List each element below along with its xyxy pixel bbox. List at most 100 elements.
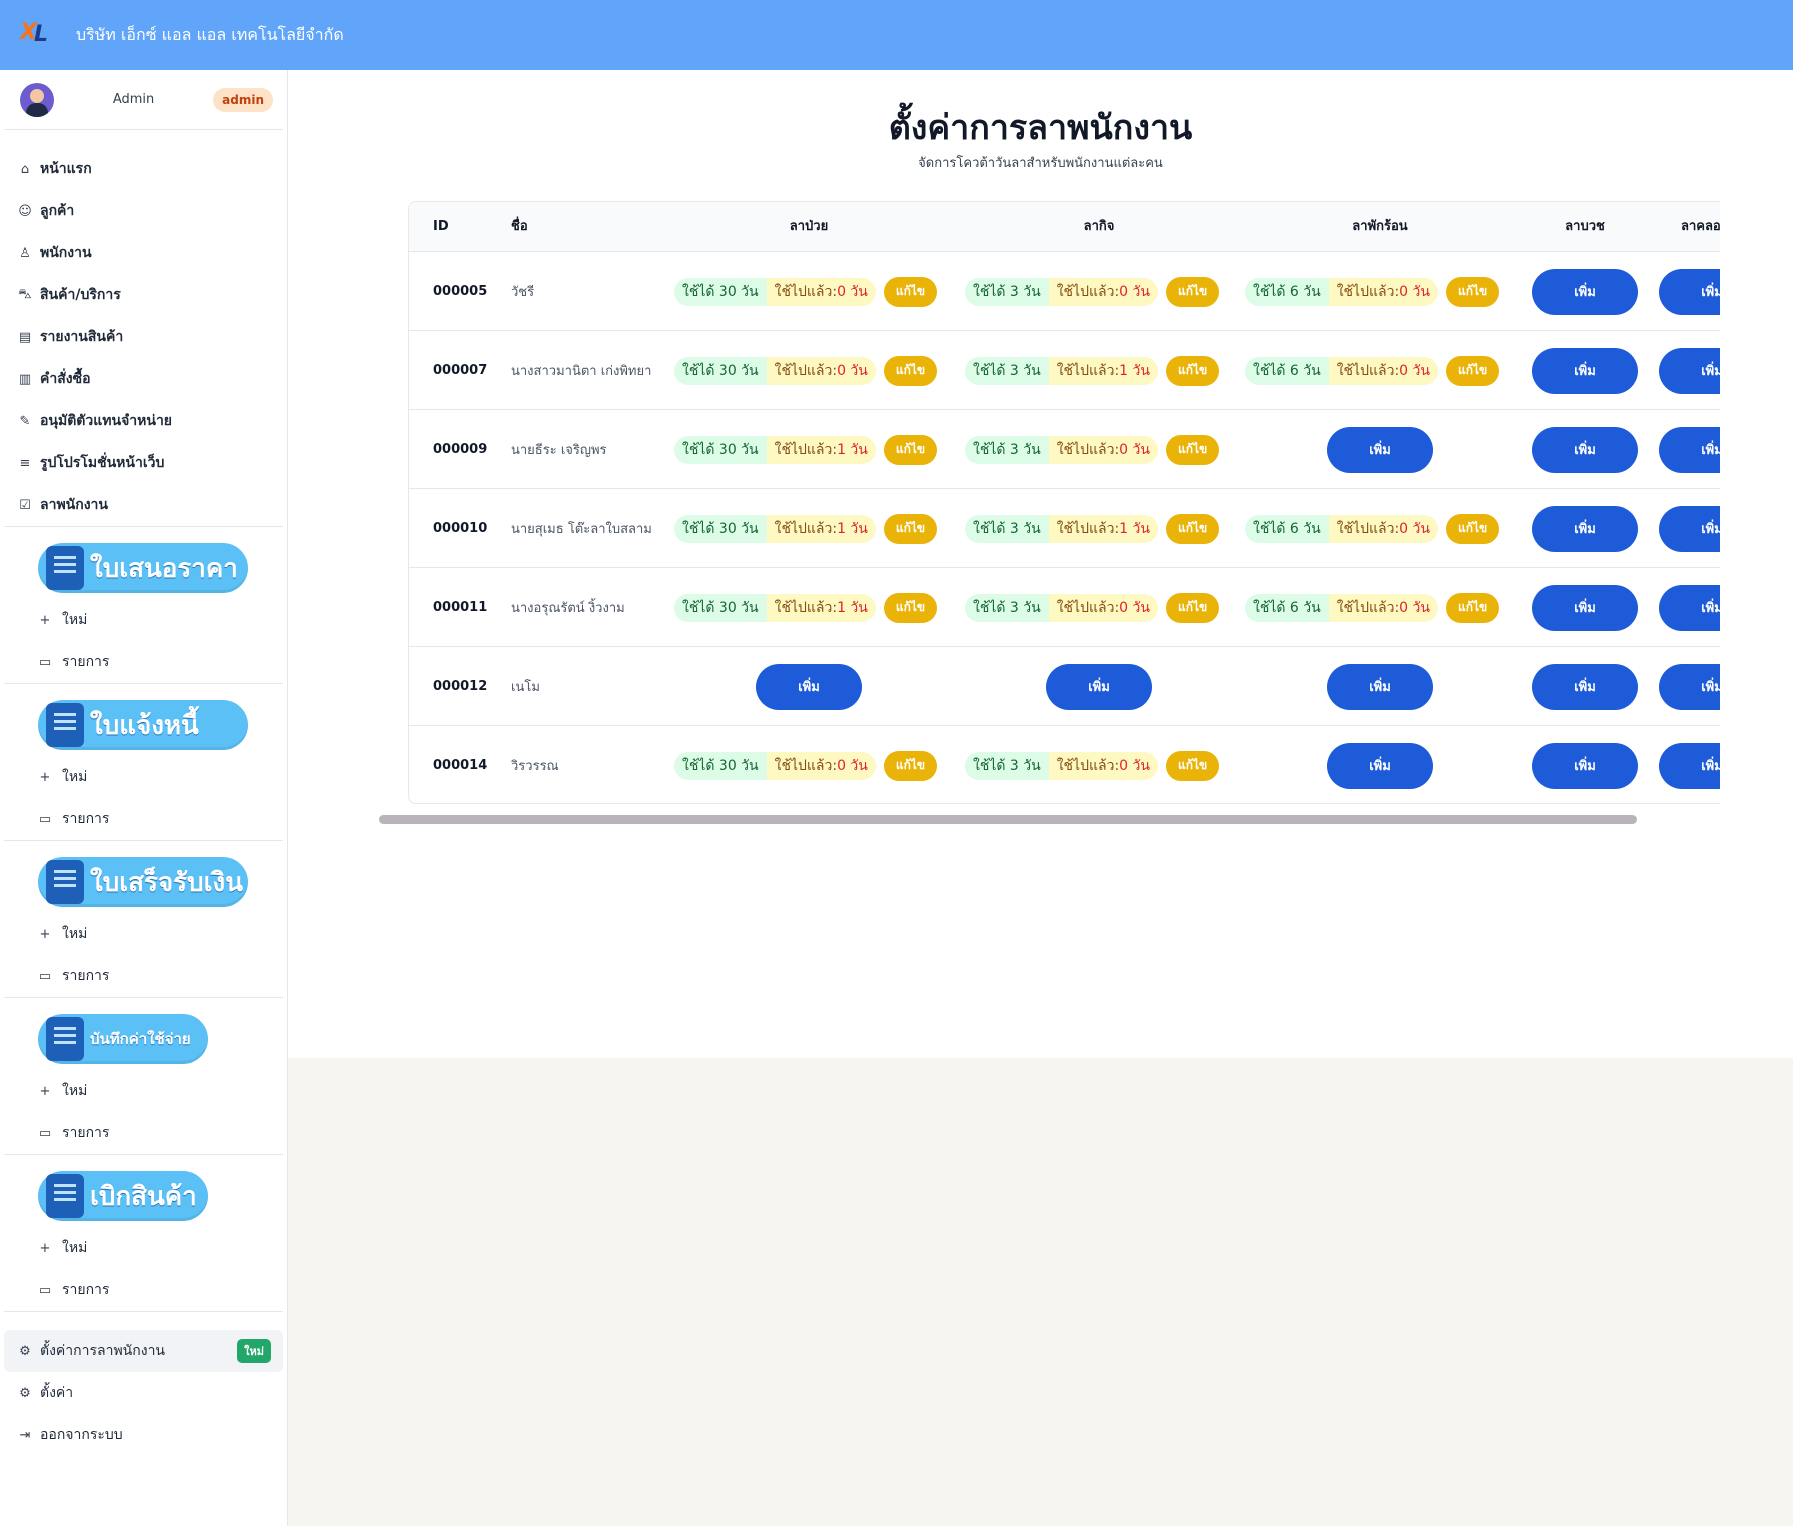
edit-button[interactable]: แก้ไข	[1165, 276, 1220, 307]
add-button[interactable]: เพิ่ม	[1327, 426, 1433, 473]
doc-banner[interactable]: เบิกสินค้า	[38, 1171, 208, 1221]
new-document-link[interactable]: + ใหม่	[0, 1227, 287, 1269]
new-label: ใหม่	[62, 1240, 88, 1256]
add-button[interactable]: เพิ่ม	[1532, 505, 1638, 552]
quota-pill: ใช้ได้ 6 วัน ใช้ไปแล้ว: 0 วัน	[1245, 277, 1438, 306]
edit-button[interactable]: แก้ไข	[1445, 513, 1500, 544]
table-row: 000007 นางสาวมานิตา เก่งพิทยา ใช้ได้ 30 วั…	[409, 331, 1720, 410]
available-days: ใช้ได้ 3 วัน	[965, 751, 1049, 780]
add-button[interactable]: เพิ่ม	[1532, 426, 1638, 473]
user-name: Admin	[112, 92, 155, 107]
sidebar-item[interactable]: ≡ รูปโปรโมชั่นหน้าเว็บ	[0, 442, 287, 484]
add-button[interactable]: เพิ่ม	[1532, 584, 1638, 631]
edit-button[interactable]: แก้ไข	[1165, 513, 1220, 544]
doc-banner[interactable]: ใบเสนอราคา	[38, 543, 248, 593]
leave-cell-vacation: เพิ่ม	[1327, 647, 1433, 726]
used-days: ใช้ไปแล้ว: 1 วัน	[766, 514, 876, 543]
used-count: 0 วัน	[1119, 283, 1150, 300]
add-button[interactable]: เพิ่ม	[1659, 584, 1720, 631]
document-list-link[interactable]: ▭ รายการ	[0, 641, 287, 683]
quota-pill: ใช้ได้ 6 วัน ใช้ไปแล้ว: 0 วัน	[1245, 593, 1438, 622]
add-button[interactable]: เพิ่ม	[1327, 742, 1433, 789]
edit-button[interactable]: แก้ไข	[883, 355, 938, 386]
add-button[interactable]: เพิ่ม	[1532, 742, 1638, 789]
new-document-link[interactable]: + ใหม่	[0, 599, 287, 641]
sidebar-item[interactable]: ⛍ สินค้า/บริการ	[0, 274, 287, 316]
add-button[interactable]: เพิ่ม	[1046, 663, 1152, 710]
add-button[interactable]: เพิ่ม	[1659, 742, 1720, 789]
edit-button[interactable]: แก้ไข	[883, 513, 938, 544]
add-button[interactable]: เพิ่ม	[1327, 663, 1433, 710]
add-button[interactable]: เพิ่ม	[1532, 347, 1638, 394]
used-days: ใช้ไปแล้ว: 0 วัน	[1048, 751, 1158, 780]
sidebar-item-label: รายงานสินค้า	[40, 329, 124, 345]
edit-button[interactable]: แก้ไข	[883, 750, 938, 781]
employee-name: นายธีระ เจริญพร	[511, 443, 607, 458]
quota-pill: ใช้ได้ 30 วัน ใช้ไปแล้ว: 0 วัน	[674, 356, 876, 385]
new-document-link[interactable]: + ใหม่	[0, 1070, 287, 1112]
add-button[interactable]: เพิ่ม	[1659, 268, 1720, 315]
sidebar-item[interactable]: ▤ รายงานสินค้า	[0, 316, 287, 358]
doc-banner[interactable]: ใบแจ้งหนี้	[38, 700, 248, 750]
leave-cell-personal: ใช้ได้ 3 วัน ใช้ไปแล้ว: 0 วัน แก้ไข	[965, 252, 1220, 331]
new-document-link[interactable]: + ใหม่	[0, 913, 287, 955]
edit-button[interactable]: แก้ไข	[1165, 750, 1220, 781]
document-list-link[interactable]: ▭ รายการ	[0, 1112, 287, 1154]
company-name: บริษัท เอ็กซ์ แอล แอล เทคโนโลยีจำกัด	[76, 24, 344, 44]
order-icon: ▥	[18, 371, 32, 387]
available-days: ใช้ได้ 6 วัน	[1245, 593, 1329, 622]
leave-cell-ordination: เพิ่ม	[1532, 489, 1638, 568]
leave-cell-ordination: เพิ่ม	[1532, 252, 1638, 331]
edit-button[interactable]: แก้ไข	[1445, 276, 1500, 307]
add-button[interactable]: เพิ่ม	[1659, 505, 1720, 552]
leave-quota: ใช้ได้ 3 วัน ใช้ไปแล้ว: 1 วัน แก้ไข	[965, 355, 1220, 386]
page-subtitle: จัดการโควต้าวันลาสำหรับพนักงานแต่ละคน	[918, 156, 1163, 171]
new-document-link[interactable]: + ใหม่	[0, 756, 287, 798]
edit-button[interactable]: แก้ไข	[1165, 355, 1220, 386]
sidebar-item-label: รูปโปรโมชั่นหน้าเว็บ	[40, 455, 165, 471]
sidebar-item-leave-settings[interactable]: ⚙ ตั้งค่าการลาพนักงาน ใหม่	[4, 1330, 283, 1372]
sidebar-item[interactable]: ▥ คำสั่งซื้อ	[0, 358, 287, 400]
edit-button[interactable]: แก้ไข	[1445, 592, 1500, 623]
leave-cell-sick: ใช้ได้ 30 วัน ใช้ไปแล้ว: 1 วัน แก้ไข	[674, 568, 938, 647]
add-button[interactable]: เพิ่ม	[1532, 663, 1638, 710]
used-count: 0 วัน	[1399, 362, 1430, 379]
used-days: ใช้ไปแล้ว: 1 วัน	[766, 435, 876, 464]
sidebar-item-settings[interactable]: ⚙ ตั้งค่า	[0, 1372, 287, 1414]
available-days: ใช้ได้ 6 วัน	[1245, 356, 1329, 385]
add-button[interactable]: เพิ่ม	[1659, 347, 1720, 394]
horizontal-scrollbar[interactable]	[379, 815, 1637, 824]
add-button[interactable]: เพิ่ม	[756, 663, 862, 710]
company-logo[interactable]: X L	[20, 20, 60, 50]
edit-button[interactable]: แก้ไข	[1165, 434, 1220, 465]
quota-pill: ใช้ได้ 3 วัน ใช้ไปแล้ว: 1 วัน	[965, 356, 1158, 385]
table-row: 000010 นายสุเมธ โต๊ะลาใบสลาม ใช้ได้ 30 วัน…	[409, 489, 1720, 568]
edit-button[interactable]: แก้ไข	[1445, 355, 1500, 386]
sidebar-item[interactable]: ☺ ลูกค้า	[0, 190, 287, 232]
sidebar-item[interactable]: ☑ ลาพนักงาน	[0, 484, 287, 526]
user-cog-icon: ♙	[19, 245, 31, 261]
document-list-link[interactable]: ▭ รายการ	[0, 798, 287, 840]
sidebar-item[interactable]: ⌂ หน้าแรก	[0, 148, 287, 190]
avatar[interactable]	[20, 82, 54, 117]
doc-banner[interactable]: ใบเสร็จรับเงิน	[38, 857, 248, 907]
edit-button[interactable]: แก้ไข	[883, 434, 938, 465]
add-button[interactable]: เพิ่ม	[1659, 426, 1720, 473]
sidebar-item[interactable]: ♙ พนักงาน	[0, 232, 287, 274]
sidebar-item-logout[interactable]: ⇥ ออกจากระบบ	[0, 1414, 287, 1456]
document-list-link[interactable]: ▭ รายการ	[0, 955, 287, 997]
add-button[interactable]: เพิ่ม	[1532, 268, 1638, 315]
edit-button[interactable]: แก้ไข	[1165, 592, 1220, 623]
add-button[interactable]: เพิ่ม	[1659, 663, 1720, 710]
doc-banner[interactable]: บันทึกค่าใช้จ่าย	[38, 1014, 208, 1064]
edit-button[interactable]: แก้ไข	[883, 592, 938, 623]
edit-button[interactable]: แก้ไข	[883, 276, 938, 307]
leave-cell-ordination: เพิ่ม	[1532, 331, 1638, 410]
list-label: รายการ	[62, 1282, 110, 1298]
checkbox-icon: ☑	[19, 497, 31, 513]
used-days: ใช้ไปแล้ว: 0 วัน	[1048, 435, 1158, 464]
sidebar-item[interactable]: ✎ อนุมัติตัวแทนจำหน่าย	[0, 400, 287, 442]
document-list-link[interactable]: ▭ รายการ	[0, 1269, 287, 1311]
bottom-nav: ⚙ ตั้งค่าการลาพนักงาน ใหม่ ⚙ ตั้งค่า ⇥ อ…	[0, 1312, 287, 1456]
doc-section: ใบเสนอราคา + ใหม่ ▭ รายการ	[0, 527, 287, 683]
